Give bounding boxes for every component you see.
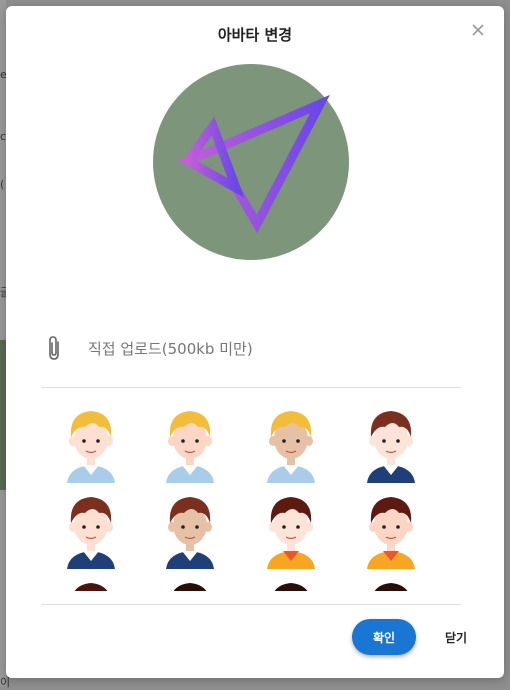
avatar-option[interactable] [363,405,419,483]
avatar-option[interactable] [162,405,218,483]
avatar-option[interactable] [63,577,119,591]
avatar-option[interactable] [263,405,319,483]
avatar-option[interactable] [63,405,119,483]
background-text: ( [0,178,5,191]
avatar-change-dialog: 아바타 변경 직접 업로드(500kb 미만) 확인 닫기 [6,6,504,678]
upload-label: 직접 업로드(500kb 미만) [88,339,253,358]
paperclip-icon [49,336,59,360]
close-button[interactable]: 닫기 [434,619,478,655]
confirm-button[interactable]: 확인 [352,619,416,655]
avatar-option[interactable] [63,491,119,569]
avatar-option[interactable] [363,491,419,569]
divider [41,604,461,605]
avatar-preview [153,64,349,260]
avatar-option[interactable] [363,577,419,591]
avatar-option[interactable] [263,577,319,591]
avatar-option[interactable] [162,491,218,569]
divider [41,387,461,388]
avatar-option[interactable] [263,491,319,569]
dialog-title: 아바타 변경 [217,26,293,44]
avatar-option[interactable] [162,577,218,591]
close-icon[interactable] [468,20,488,40]
avatar-options-grid [41,401,461,591]
direct-upload-button[interactable]: 직접 업로드(500kb 미만) [42,328,462,368]
